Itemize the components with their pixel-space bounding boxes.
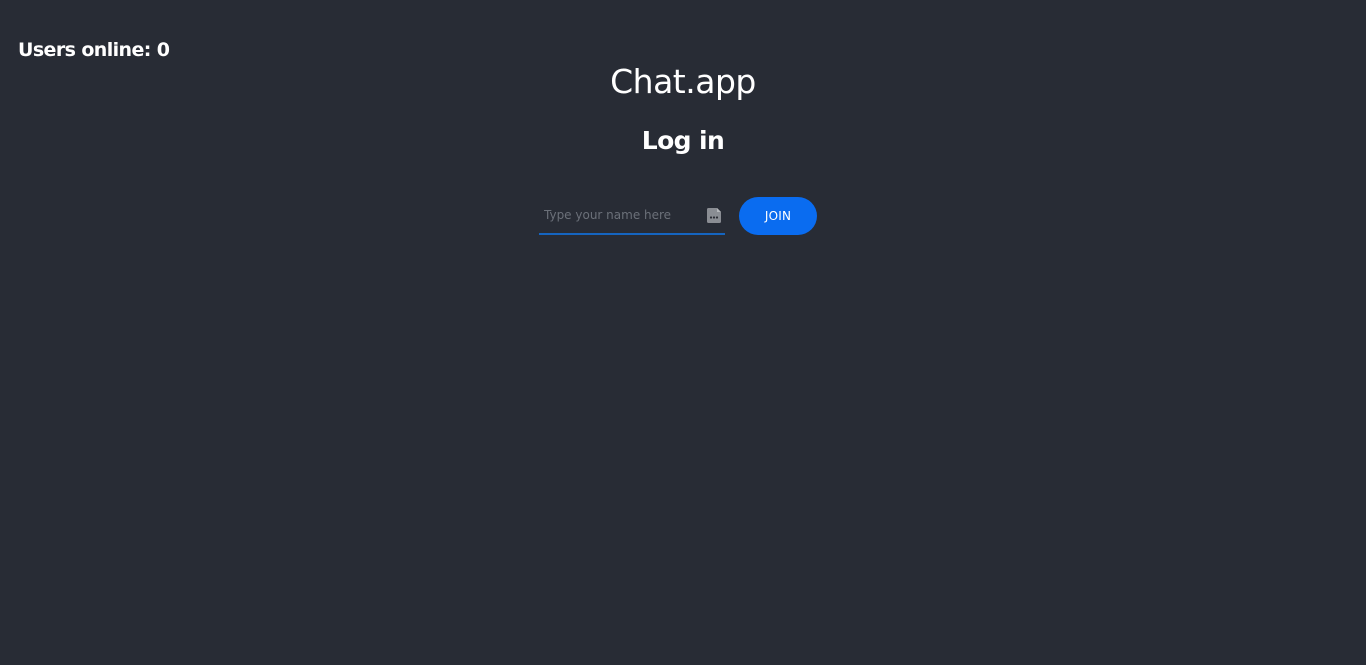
password-manager-icon[interactable] xyxy=(706,207,722,224)
app-title: Chat.app xyxy=(610,62,756,101)
login-heading: Log in xyxy=(641,126,725,155)
login-form: JOIN xyxy=(539,197,817,235)
name-input[interactable] xyxy=(539,197,699,233)
name-field-wrapper xyxy=(539,197,725,235)
join-button[interactable]: JOIN xyxy=(739,197,817,235)
login-page: Users online: 0 Chat.app Log in JOIN xyxy=(0,0,1366,665)
users-online-count: Users online: 0 xyxy=(18,39,170,61)
